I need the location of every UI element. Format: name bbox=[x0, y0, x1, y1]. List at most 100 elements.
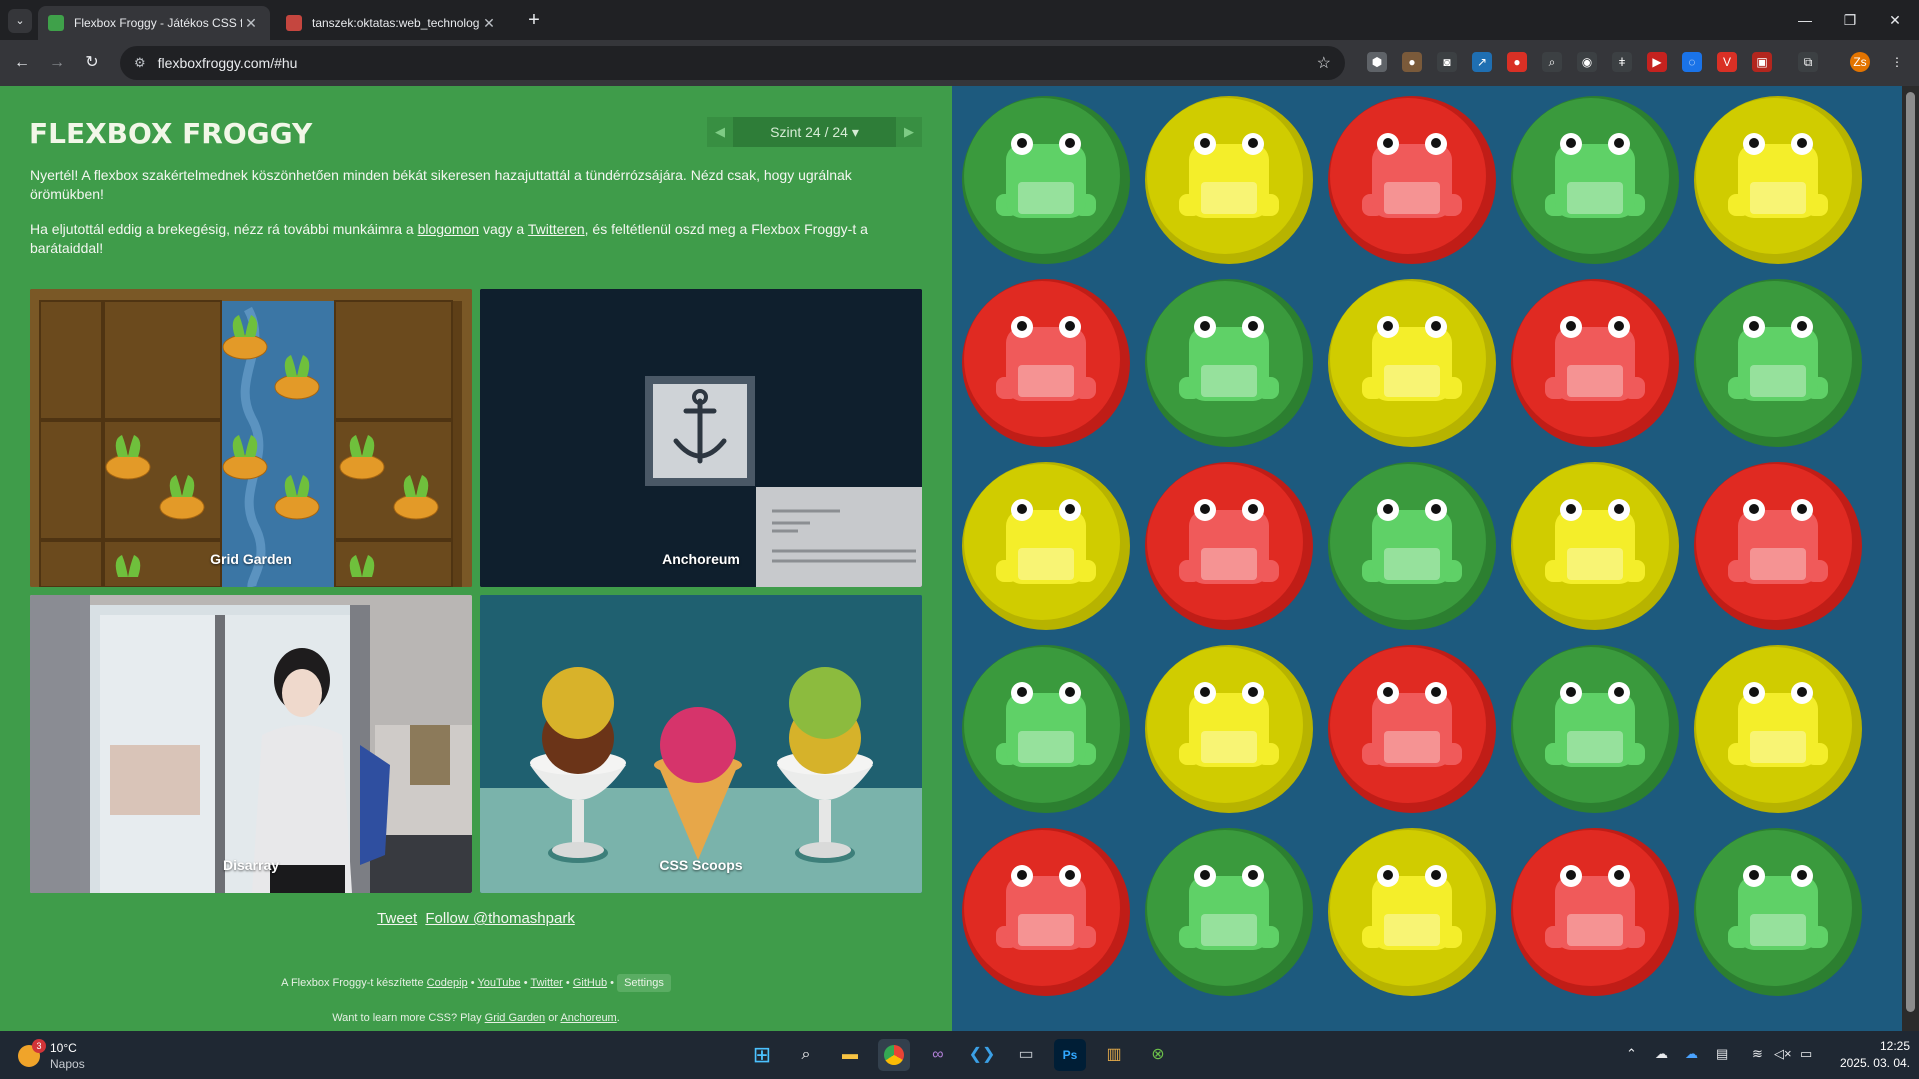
menu-kebab-icon[interactable]: ⋮ bbox=[1887, 52, 1907, 72]
twitter-link[interactable]: Twitteren bbox=[528, 221, 585, 237]
start-icon[interactable]: ⊞ bbox=[746, 1039, 778, 1071]
display-icon[interactable]: ▤ bbox=[1716, 1046, 1728, 1062]
youtube-icon[interactable]: ▶ bbox=[1647, 52, 1667, 72]
youtube-link[interactable]: YouTube bbox=[477, 977, 520, 989]
extension-icon[interactable]: ● bbox=[1402, 52, 1422, 72]
extension-icon[interactable]: ◙ bbox=[1437, 52, 1457, 72]
wifi-icon[interactable]: ≋ bbox=[1752, 1046, 1763, 1062]
tab-tanszek[interactable]: tanszek:oktatas:web_technologi ✕ bbox=[276, 6, 508, 40]
separator: • bbox=[565, 977, 570, 989]
extension-icon[interactable]: ⬢ bbox=[1367, 52, 1387, 72]
grid-garden-link[interactable]: Grid Garden bbox=[485, 1012, 546, 1024]
level-navigation: ◀ Szint 24 / 24 ▾ ▶ bbox=[707, 117, 922, 147]
bookshelf-icon[interactable]: ▥ bbox=[1098, 1039, 1130, 1071]
anchoreum-link[interactable]: Anchoreum bbox=[560, 1012, 616, 1024]
terminal-icon[interactable]: ▭ bbox=[1010, 1039, 1042, 1071]
chrome-icon[interactable] bbox=[878, 1039, 910, 1071]
cloud-icon[interactable]: ☁ bbox=[1655, 1046, 1668, 1062]
grid-garden-thumbnail bbox=[30, 289, 472, 587]
windows-taskbar: 3 10°C Napos ⊞ ⌕ ▬ ∞ ❮❯ ▭ Ps ▥ ⊗ ⌃ ☁ ☁ ▤… bbox=[0, 1031, 1919, 1079]
page-scrollbar[interactable] bbox=[1902, 86, 1919, 1031]
close-icon[interactable]: ✕ bbox=[480, 15, 498, 32]
game-card-label: Anchoreum bbox=[662, 551, 740, 567]
instructions-panel: FLEXBOX FROGGY ◀ Szint 24 / 24 ▾ ▶ Nyert… bbox=[0, 86, 952, 1031]
forward-button[interactable]: → bbox=[45, 51, 69, 75]
credits: A Flexbox Froggy-t készítette Codepip • … bbox=[0, 974, 952, 992]
game-card-grid-garden[interactable]: Grid Garden bbox=[30, 289, 472, 587]
photoshop-icon[interactable]: Ps bbox=[1054, 1039, 1086, 1071]
separator: • bbox=[610, 977, 615, 989]
volume-muted-icon[interactable]: ◁× bbox=[1774, 1046, 1792, 1062]
game-card-label: Grid Garden bbox=[210, 551, 292, 567]
extension-icon[interactable]: ǂ bbox=[1612, 52, 1632, 72]
tab-search-button[interactable]: ⌄ bbox=[8, 9, 32, 33]
game-card-disarray[interactable]: Disarray bbox=[30, 595, 472, 893]
learn-text: . bbox=[616, 1012, 620, 1024]
follow-link[interactable]: Follow @thomashpark bbox=[425, 910, 574, 927]
blog-link[interactable]: blogomon bbox=[418, 221, 480, 237]
game-card-label: CSS Scoops bbox=[659, 857, 743, 873]
game-card-label: Disarray bbox=[222, 857, 280, 873]
close-icon[interactable]: ✕ bbox=[242, 15, 260, 32]
address-bar[interactable]: ⚙ flexboxfroggy.com/#hu ☆ bbox=[120, 46, 1345, 80]
xbox-icon[interactable]: ⊗ bbox=[1142, 1039, 1174, 1071]
tab-flexbox-froggy[interactable]: Flexbox Froggy - Játékos CSS fl ✕ bbox=[38, 6, 270, 40]
close-window-button[interactable]: ✕ bbox=[1875, 8, 1915, 32]
github-link[interactable]: GitHub bbox=[573, 977, 607, 989]
frog-favicon-icon bbox=[48, 15, 64, 31]
social-links: Tweet Follow @thomashpark bbox=[0, 910, 952, 927]
vscode-icon[interactable]: ❮❯ bbox=[966, 1039, 998, 1071]
game-card-css-scoops[interactable]: CSS Scoops bbox=[480, 595, 922, 893]
zoom-icon[interactable]: ⌕ bbox=[1542, 52, 1562, 72]
credits-text: A Flexbox Froggy-t készítette bbox=[281, 977, 424, 989]
extension-icon[interactable]: ▣ bbox=[1752, 52, 1772, 72]
extension-icon[interactable]: ↗ bbox=[1472, 52, 1492, 72]
settings-button[interactable]: Settings bbox=[617, 974, 671, 992]
extension-icon[interactable]: ◌ bbox=[1682, 52, 1702, 72]
level-select[interactable]: Szint 24 / 24 ▾ bbox=[733, 124, 896, 141]
search-icon[interactable]: ⌕ bbox=[790, 1039, 822, 1071]
site-info-icon[interactable]: ⚙ bbox=[134, 55, 146, 71]
prev-level-button[interactable]: ◀ bbox=[707, 117, 733, 147]
visual-studio-icon[interactable]: ∞ bbox=[922, 1039, 954, 1071]
weather-widget[interactable]: 3 10°C Napos bbox=[18, 1039, 98, 1073]
page-content: FLEXBOX FROGGY ◀ Szint 24 / 24 ▾ ▶ Nyert… bbox=[0, 86, 1919, 1031]
css-scoops-thumbnail bbox=[480, 595, 922, 893]
tweet-link[interactable]: Tweet bbox=[377, 910, 417, 927]
anchoreum-thumbnail bbox=[480, 289, 922, 587]
next-level-button[interactable]: ▶ bbox=[896, 117, 922, 147]
reload-button[interactable]: ↻ bbox=[80, 51, 104, 75]
scrollbar-thumb[interactable] bbox=[1906, 92, 1915, 1012]
back-button[interactable]: ← bbox=[10, 51, 34, 75]
battery-icon[interactable]: ▭ bbox=[1800, 1046, 1812, 1062]
extensions-puzzle-icon[interactable]: ⧉ bbox=[1798, 52, 1818, 72]
logo: FLEXBOX FROGGY bbox=[29, 117, 313, 150]
clock-time: 12:25 bbox=[1879, 1039, 1910, 1053]
tab-title: tanszek:oktatas:web_technologi bbox=[312, 16, 480, 30]
learn-text: or bbox=[548, 1012, 559, 1024]
twitter-credit-link[interactable]: Twitter bbox=[530, 977, 562, 989]
pond-svg bbox=[962, 96, 1862, 996]
pond-board bbox=[952, 86, 1902, 1031]
tab-title: Flexbox Froggy - Játékos CSS fl bbox=[74, 16, 242, 30]
clock-date: 2025. 03. 04. bbox=[1839, 1056, 1910, 1070]
codepip-link[interactable]: Codepip bbox=[427, 977, 468, 989]
tray-overflow-icon[interactable]: ⌃ bbox=[1626, 1046, 1637, 1062]
onedrive-icon[interactable]: ☁ bbox=[1685, 1046, 1698, 1062]
restore-button[interactable]: ❐ bbox=[1830, 8, 1870, 32]
weather-temp: 10°C bbox=[50, 1041, 77, 1055]
profile-avatar[interactable]: Zs bbox=[1850, 52, 1870, 72]
weather-desc: Napos bbox=[50, 1057, 85, 1071]
extension-icon[interactable]: ● bbox=[1507, 52, 1527, 72]
new-tab-button[interactable]: + bbox=[521, 8, 547, 34]
extension-icon[interactable]: V bbox=[1717, 52, 1737, 72]
clock[interactable]: 12:25 2025. 03. 04. bbox=[1830, 1038, 1910, 1072]
game-card-anchoreum[interactable]: Anchoreum bbox=[480, 289, 922, 587]
minimize-button[interactable]: — bbox=[1785, 8, 1825, 32]
camera-icon[interactable]: ◉ bbox=[1577, 52, 1597, 72]
file-explorer-icon[interactable]: ▬ bbox=[834, 1039, 866, 1071]
bookmark-star-icon[interactable]: ☆ bbox=[1317, 53, 1331, 73]
level-label: Szint 24 / 24 bbox=[770, 123, 848, 140]
weather-badge: 3 bbox=[32, 1039, 46, 1053]
more-text: Ha eljutottál eddig a brekegésig, nézz r… bbox=[30, 221, 418, 237]
